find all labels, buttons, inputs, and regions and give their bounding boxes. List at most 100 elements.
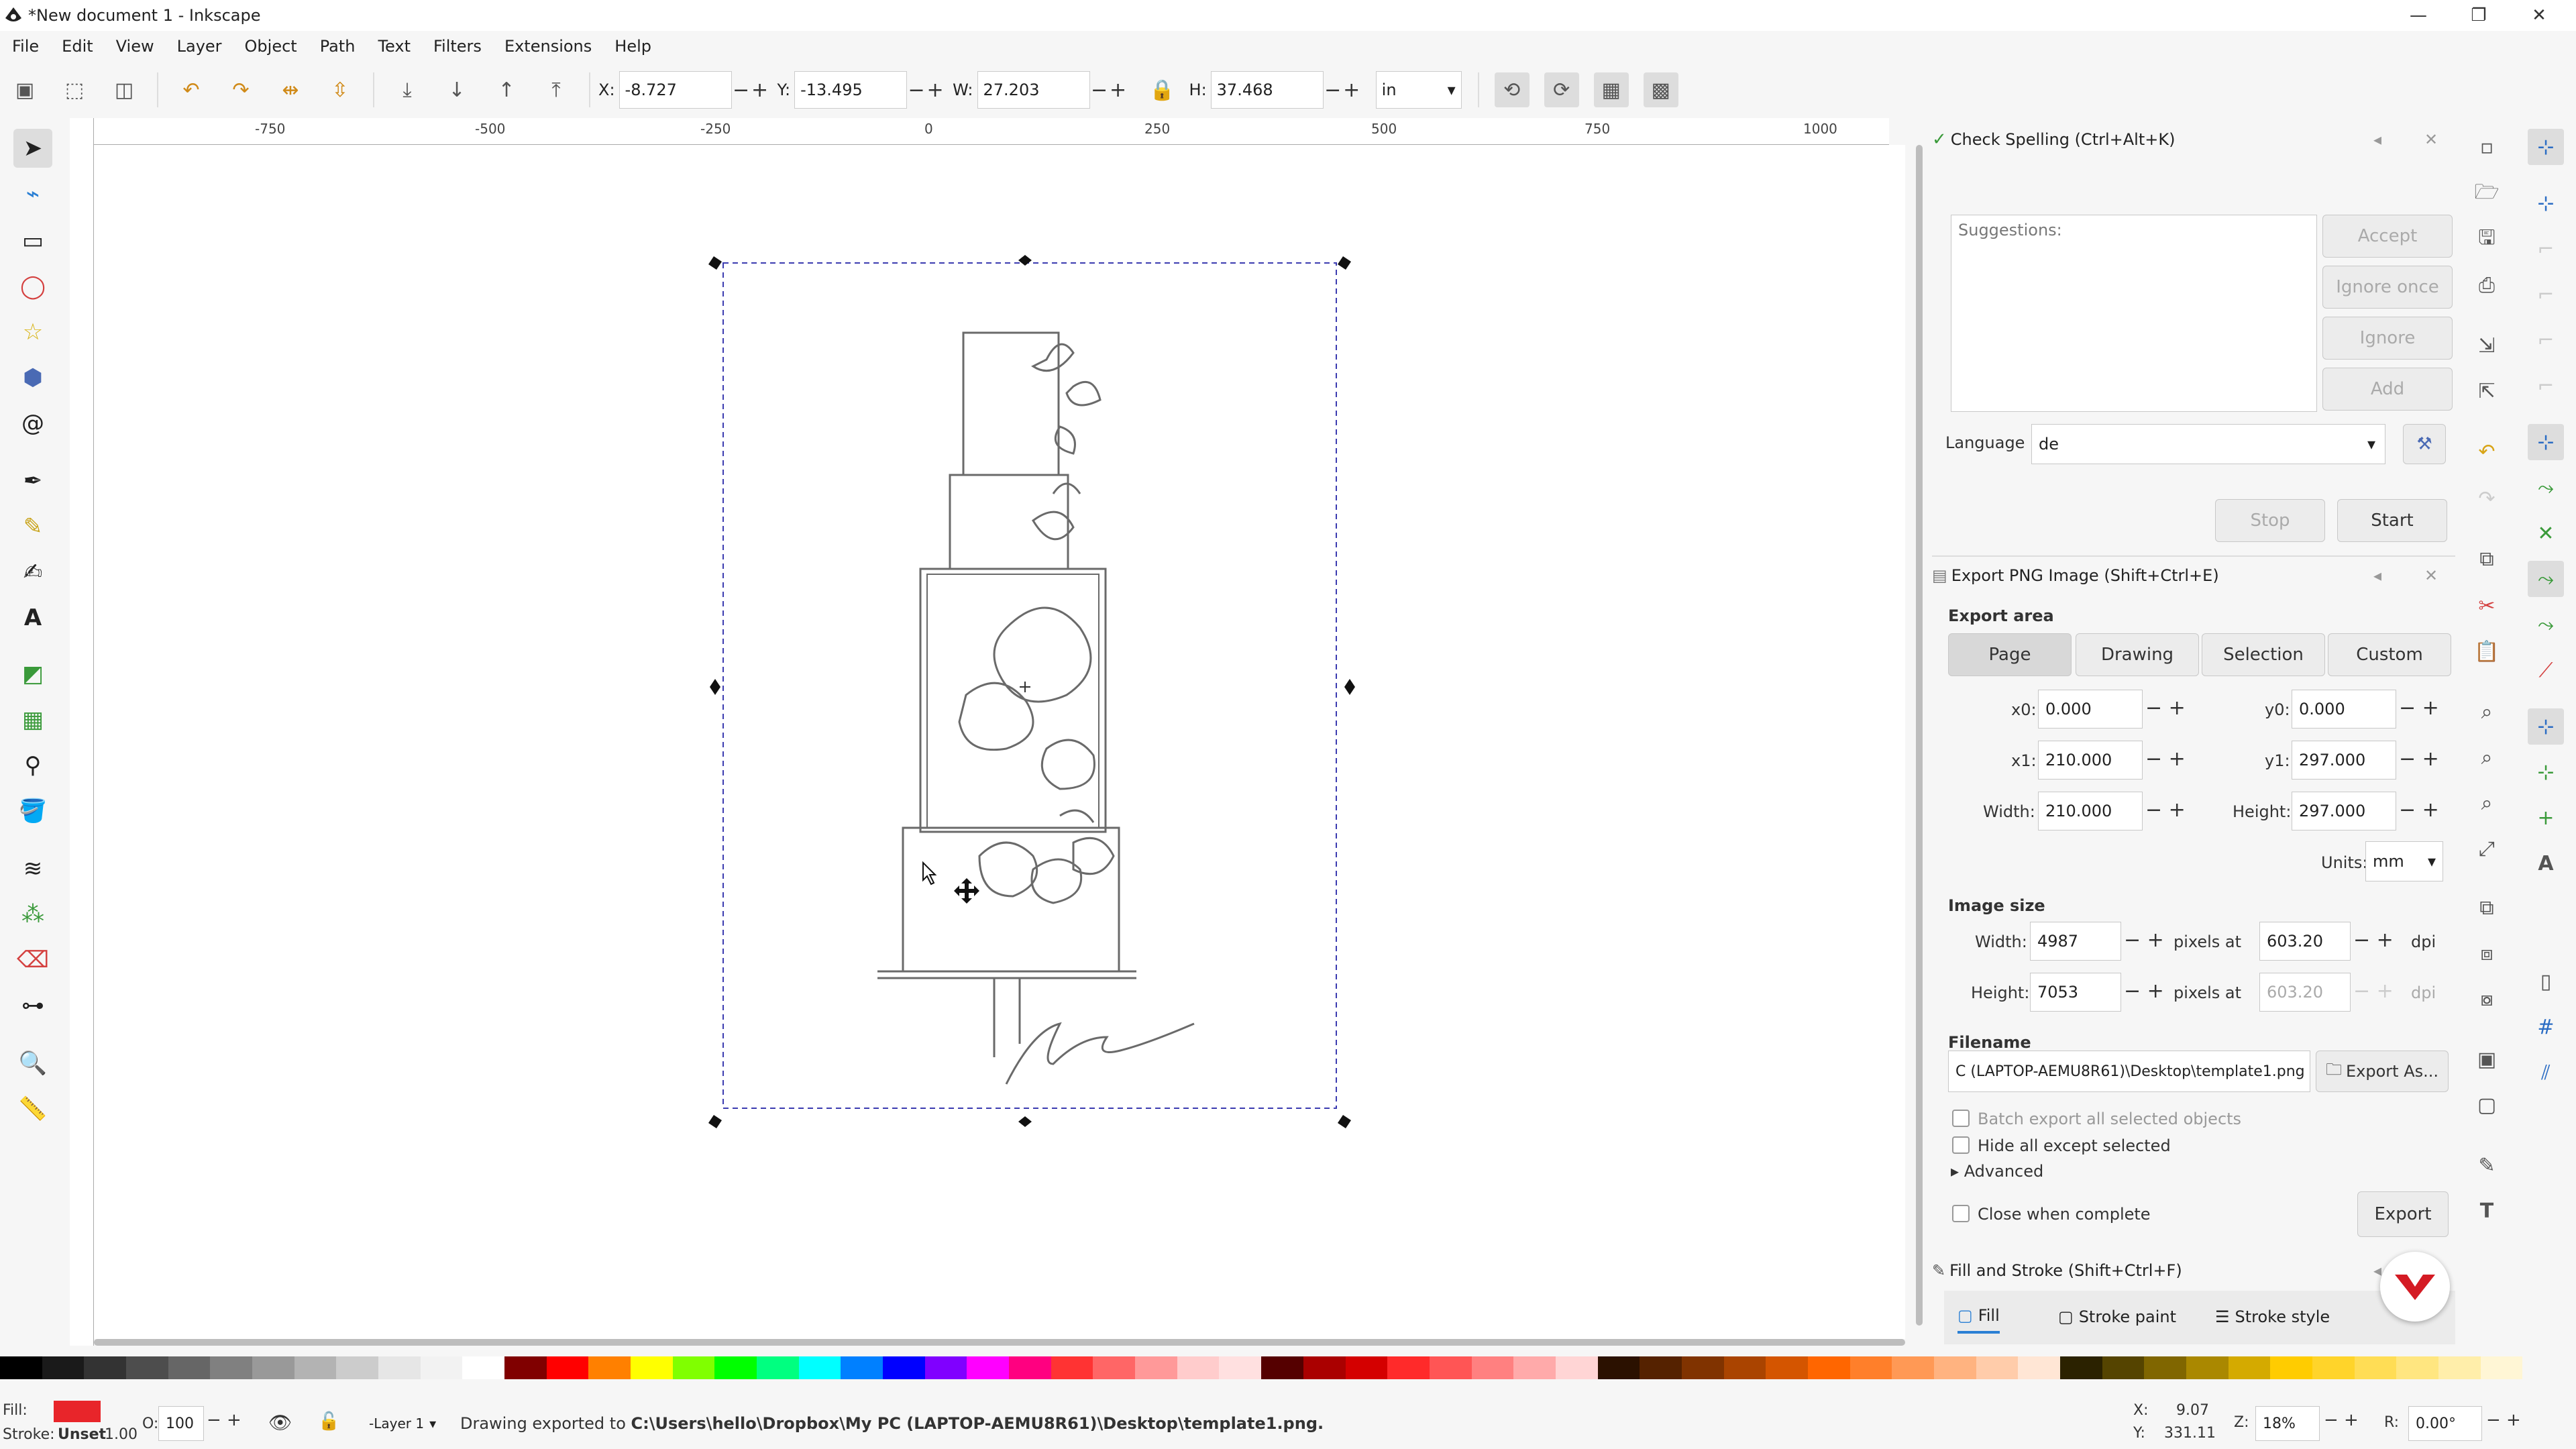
color-swatch[interactable] (2480, 1356, 2523, 1379)
gradient-tool-icon[interactable]: ◩ (13, 655, 52, 694)
menu-extensions[interactable]: Extensions (492, 37, 602, 56)
export-tab-drawing[interactable]: Drawing (2076, 633, 2199, 676)
color-swatch[interactable] (2438, 1356, 2481, 1379)
snap-enable-icon[interactable]: ⊹ (2528, 129, 2564, 165)
fill-stroke-dialog-icon[interactable]: ✎ (2469, 1147, 2505, 1183)
undo-icon[interactable]: ↶ (2469, 433, 2505, 470)
snap-cusp-nodes-icon[interactable]: ⤳ (2528, 561, 2564, 597)
snap-object-centers-icon[interactable]: ⊹ (2528, 754, 2564, 790)
area-height-stepper[interactable]: − + (2399, 798, 2439, 822)
color-swatch[interactable] (84, 1356, 127, 1379)
select-all-layers-icon[interactable]: ⬚ (57, 72, 92, 107)
color-swatch[interactable] (504, 1356, 547, 1379)
color-swatch[interactable] (588, 1356, 631, 1379)
ungroup-icon[interactable]: ▢ (2469, 1087, 2505, 1123)
menu-edit[interactable]: Edit (50, 37, 103, 56)
close-panel-icon[interactable]: ✕ (2424, 130, 2438, 149)
menu-layer[interactable]: Layer (165, 37, 233, 56)
color-swatch[interactable] (631, 1356, 673, 1379)
color-swatch[interactable] (1807, 1356, 1850, 1379)
flip-horizontal-icon[interactable]: ⇹ (273, 72, 308, 107)
color-swatch[interactable] (1723, 1356, 1766, 1379)
menu-filters[interactable]: Filters (421, 37, 492, 56)
zoom-width-icon[interactable]: ⤢ (2469, 830, 2505, 867)
paint-bucket-tool-icon[interactable]: 🪣 (13, 792, 52, 830)
ignore-button[interactable]: Ignore (2322, 317, 2453, 360)
x-increment-button[interactable]: + (751, 78, 769, 102)
menu-view[interactable]: View (104, 37, 165, 56)
dpi-stepper[interactable]: − + (2353, 928, 2394, 952)
lower-icon[interactable]: ↓ (439, 72, 474, 107)
collapse-icon[interactable]: ◂ (2373, 566, 2381, 585)
snap-nodes-icon[interactable]: ⊹ (2528, 424, 2564, 460)
save-icon[interactable]: 🖫 (2469, 221, 2505, 258)
3d-box-tool-icon[interactable]: ⬢ (13, 358, 52, 397)
language-settings-icon[interactable]: ⚒ (2403, 424, 2446, 464)
redo-icon[interactable]: ↷ (2469, 480, 2505, 517)
y-decrement-button[interactable]: − (907, 78, 926, 102)
restore-icon[interactable]: ❐ (2449, 0, 2509, 31)
tab-stroke-paint[interactable]: ▢ Stroke paint (2058, 1300, 2176, 1334)
color-swatch[interactable] (2144, 1356, 2186, 1379)
group-icon[interactable]: ▣ (2469, 1041, 2505, 1077)
transform-handles[interactable] (708, 255, 1355, 1128)
start-button[interactable]: Start (2337, 499, 2447, 542)
zoom-input[interactable]: 18% (2255, 1406, 2320, 1441)
add-word-button[interactable]: Add (2322, 368, 2453, 411)
select-all-icon[interactable]: ▣ (7, 72, 42, 107)
unlink-clone-icon[interactable]: ⧇ (2469, 981, 2505, 1017)
color-swatch[interactable] (2270, 1356, 2312, 1379)
minimize-icon[interactable]: — (2388, 0, 2449, 31)
y1-input[interactable]: 297.000 (2292, 741, 2396, 780)
ellipse-tool-icon[interactable]: ◯ (13, 267, 52, 306)
rotation-input[interactable]: 0.00° (2408, 1406, 2482, 1441)
text-tool-icon[interactable]: A (13, 598, 52, 637)
x-decrement-button[interactable]: − (732, 78, 751, 102)
y-input[interactable]: -13.495 (794, 71, 908, 109)
close-panel-icon[interactable]: ✕ (2424, 566, 2438, 585)
cut-icon[interactable]: ✂ (2469, 588, 2505, 624)
snap-bbox-center-icon[interactable]: ⌐ (2528, 368, 2564, 404)
color-swatch[interactable] (2102, 1356, 2145, 1379)
img-height-input[interactable]: 7053 (2030, 973, 2121, 1012)
color-swatch[interactable] (1345, 1356, 1388, 1379)
pencil-tool-icon[interactable]: ✎ (13, 507, 52, 546)
area-height-input[interactable]: 297.000 (2292, 792, 2396, 830)
zoom-selection-icon[interactable]: ⌕ (2469, 694, 2505, 730)
tab-stroke-style[interactable]: ☰ Stroke style (2215, 1300, 2330, 1334)
lower-to-bottom-icon[interactable]: ⤓ (390, 72, 425, 107)
new-document-icon[interactable]: ▫ (2469, 129, 2505, 165)
transform-patterns-icon[interactable]: ▩ (1643, 72, 1678, 107)
color-swatch[interactable] (883, 1356, 925, 1379)
fill-indicator[interactable] (54, 1401, 101, 1422)
color-swatch[interactable] (798, 1356, 841, 1379)
opacity-input[interactable]: 100 (158, 1406, 204, 1441)
layer-lock-icon[interactable]: 🔓 (318, 1411, 339, 1432)
eraser-tool-icon[interactable]: ⌫ (13, 941, 52, 979)
calligraphy-tool-icon[interactable]: ✍ (13, 553, 52, 592)
menu-help[interactable]: Help (602, 37, 662, 56)
color-swatch[interactable] (1303, 1356, 1346, 1379)
x1-stepper[interactable]: − + (2145, 747, 2186, 771)
color-swatch[interactable] (2186, 1356, 2229, 1379)
snap-paths-icon[interactable]: ⤳ (2528, 470, 2564, 506)
scale-corners-icon[interactable]: ⟳ (1544, 72, 1579, 107)
pen-tool-icon[interactable]: ✒ (13, 462, 52, 500)
color-swatch[interactable] (2312, 1356, 2355, 1379)
print-icon[interactable]: ⎙ (2469, 267, 2505, 303)
copy-icon[interactable]: ⧉ (2469, 541, 2505, 577)
snap-guides-icon[interactable]: ⫽ (2528, 1055, 2564, 1091)
color-swatch[interactable] (714, 1356, 757, 1379)
scale-stroke-icon[interactable]: ⟲ (1494, 72, 1529, 107)
color-swatch[interactable] (42, 1356, 85, 1379)
units-select[interactable]: mm ▾ (2365, 841, 2443, 881)
color-swatch[interactable] (924, 1356, 967, 1379)
color-swatch[interactable] (2228, 1356, 2271, 1379)
close-icon[interactable]: ✕ (2509, 0, 2569, 31)
snap-others-icon[interactable]: ⊹ (2528, 708, 2564, 745)
color-swatch[interactable] (0, 1356, 42, 1379)
paste-icon[interactable]: 📋 (2469, 633, 2505, 669)
export-as-button[interactable]: 🗀 Export As... (2316, 1051, 2449, 1092)
suggestions-list[interactable]: Suggestions: (1951, 215, 2317, 412)
advanced-expander[interactable]: ▸ Advanced (1951, 1162, 2043, 1181)
